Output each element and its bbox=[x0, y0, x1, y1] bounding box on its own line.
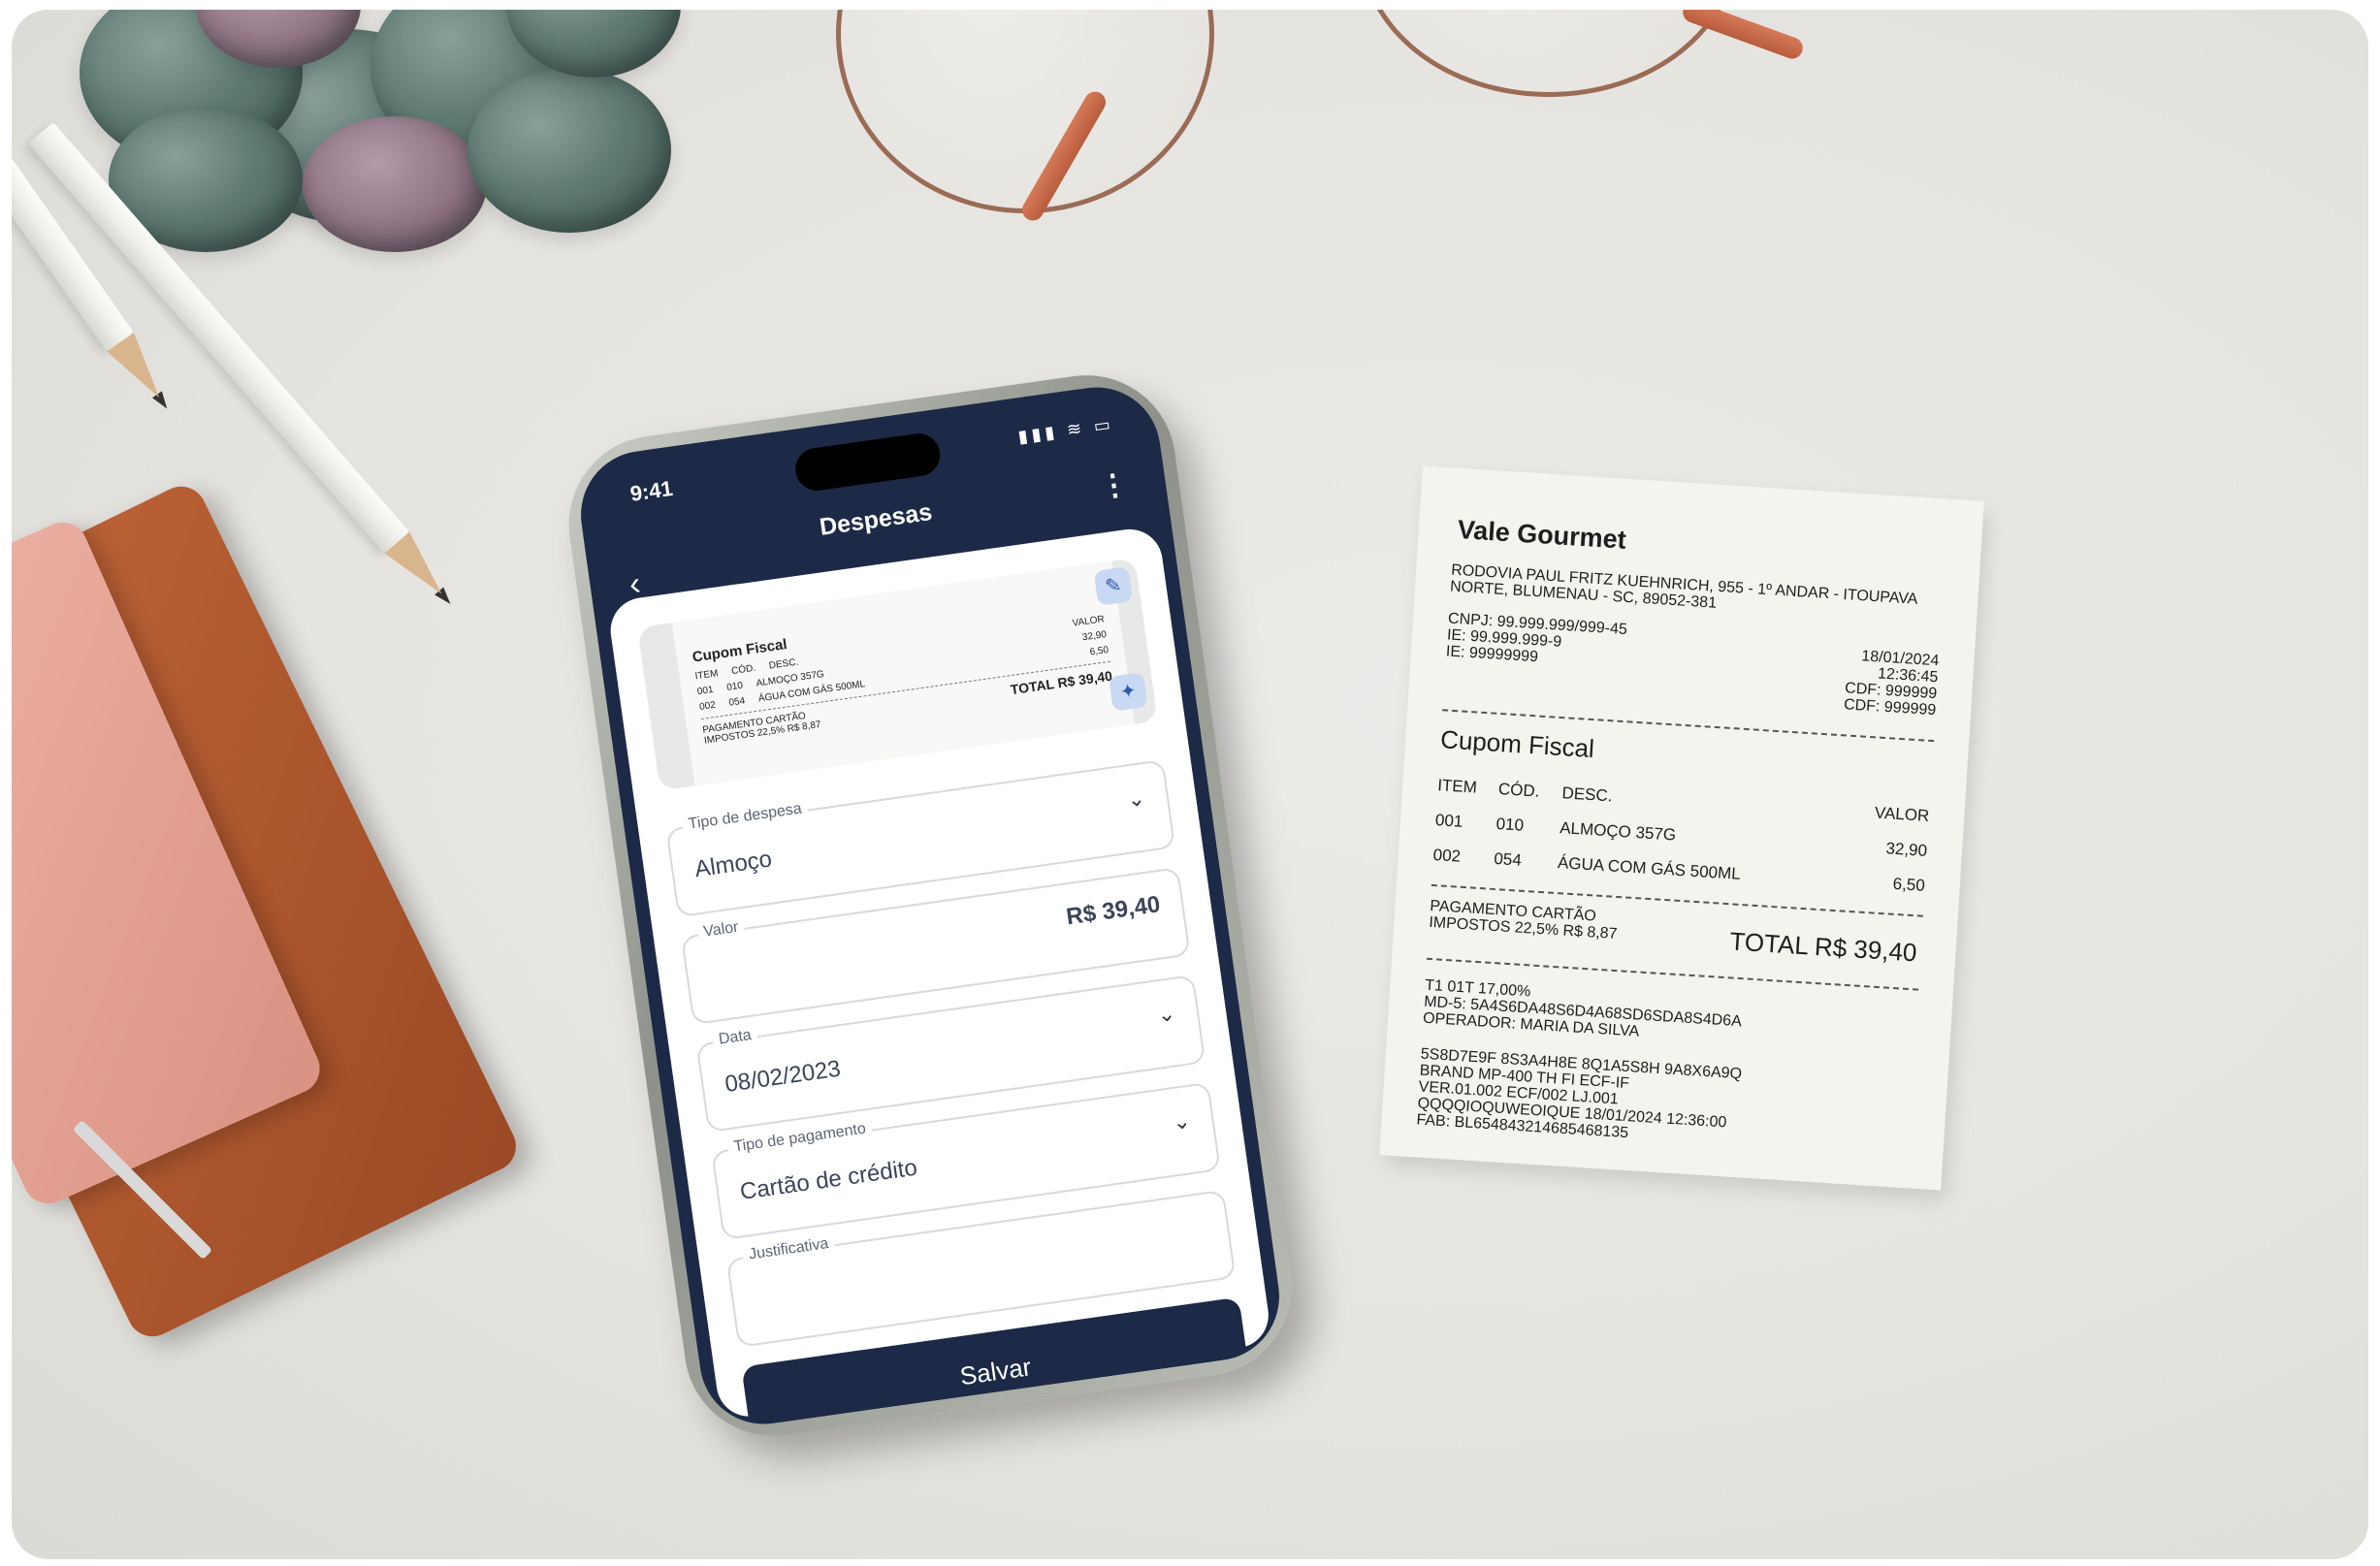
receipt-items-table: ITEM CÓD. DESC. VALOR 001 010 ALMOÇO 357… bbox=[1432, 768, 1931, 904]
amount-value: R$ 39,40 bbox=[1064, 891, 1162, 931]
eyeglasses bbox=[836, 10, 1806, 262]
expense-type-label: Tipo de despesa bbox=[681, 799, 809, 835]
desk-scene: 9:41 ▮▮▮ ≋ ▭ ‹ Despesas ⋮ Cupom Fiscal I… bbox=[12, 10, 2368, 1559]
chevron-down-icon: ⌄ bbox=[1171, 1107, 1193, 1135]
battery-icon: ▭ bbox=[1092, 413, 1116, 436]
expense-type-value: Almoço bbox=[692, 846, 774, 883]
more-vertical-icon[interactable]: ⋮ bbox=[1097, 466, 1131, 504]
magic-wand-icon[interactable]: ✦ bbox=[1108, 672, 1148, 712]
receipt-preview[interactable]: Cupom Fiscal ITEM CÓD. DESC. VALOR 001 0… bbox=[637, 558, 1158, 791]
status-time: 9:41 bbox=[628, 475, 675, 506]
phone-screen: 9:41 ▮▮▮ ≋ ▭ ‹ Despesas ⋮ Cupom Fiscal I… bbox=[572, 379, 1288, 1432]
chevron-down-icon: ⌄ bbox=[1125, 785, 1147, 813]
pencil-icon[interactable]: ✎ bbox=[1093, 566, 1134, 606]
dynamic-island bbox=[792, 431, 944, 494]
form-card: Cupom Fiscal ITEM CÓD. DESC. VALOR 001 0… bbox=[606, 525, 1273, 1432]
date-label: Data bbox=[711, 1026, 758, 1050]
amount-label: Valor bbox=[696, 917, 746, 943]
chevron-down-icon: ⌄ bbox=[1155, 1001, 1177, 1028]
date-value: 08/02/2023 bbox=[723, 1055, 843, 1099]
payment-type-value: Cartão de crédito bbox=[738, 1154, 919, 1205]
phone-body: 9:41 ▮▮▮ ≋ ▭ ‹ Despesas ⋮ Cupom Fiscal I… bbox=[557, 364, 1303, 1448]
receipt-footer: T1 01T 17,00% MD-5: 5A4S6DA48S6D4A68SD6S… bbox=[1416, 977, 1917, 1160]
signal-icon: ▮▮▮ bbox=[1016, 421, 1060, 447]
paper-receipt: Vale Gourmet RODOVIA PAUL FRITZ KUEHNRIC… bbox=[1379, 465, 1984, 1191]
back-chevron-icon[interactable]: ‹ bbox=[627, 565, 643, 603]
justification-label: Justificativa bbox=[742, 1234, 836, 1265]
status-icons: ▮▮▮ ≋ ▭ bbox=[1016, 414, 1115, 448]
smartphone: 9:41 ▮▮▮ ≋ ▭ ‹ Despesas ⋮ Cupom Fiscal I… bbox=[557, 364, 1303, 1448]
wifi-icon: ≋ bbox=[1065, 418, 1087, 440]
